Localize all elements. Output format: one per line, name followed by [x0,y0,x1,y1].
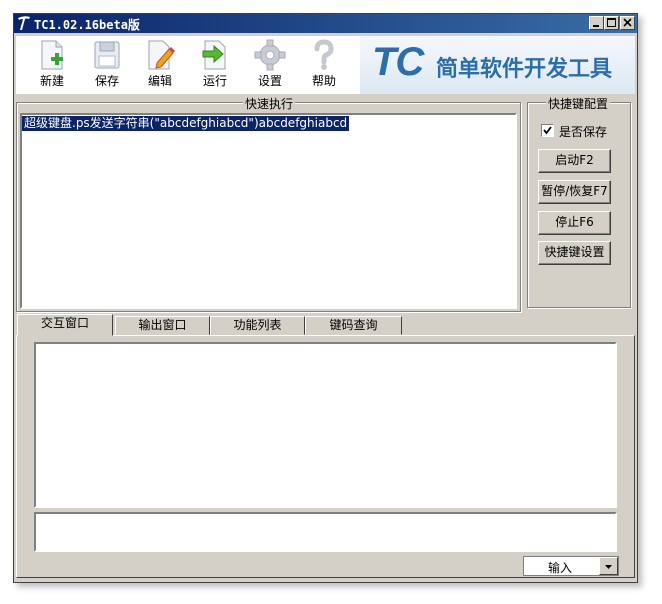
settings-gear-icon [254,39,286,71]
edit-button[interactable]: 编辑 [134,36,186,94]
tab-output[interactable]: 输出窗口 [115,316,210,335]
new-file-icon [41,40,63,70]
quick-exec-group: 快速执行 超级键盘.ps发送字符串("abcdefghiabcd")abcdef… [16,95,521,312]
title-bar[interactable]: TC1.02.16beta版 [14,14,637,33]
maximize-button[interactable] [604,16,619,30]
input-mode-select[interactable]: 输入 [523,556,619,576]
help-label: 帮助 [311,74,336,88]
save-label: 保存 [94,74,119,88]
checkmark-icon [543,126,552,135]
tab-functions[interactable]: 功能列表 [210,316,305,335]
close-icon [623,18,632,27]
save-checkbox-label: 是否保存 [559,125,608,139]
tab-interaction[interactable]: 交互窗口 [17,314,113,336]
app-logo-icon [18,16,30,30]
banner-slogan: 简单软件开发工具 [436,57,613,82]
brand-banner: TC 简单软件开发工具 [360,36,635,94]
banner-logo: TC [372,40,424,84]
tab-content: 输入 [16,335,635,578]
toolbar: 新建 保存 编辑 运行 设置 帮助 TC 简单软件开发工具 [16,36,635,94]
tab-keycode[interactable]: 键码查询 [305,316,402,335]
stop-button[interactable]: 停止F6 [538,211,611,235]
minimize-icon [593,25,599,27]
save-disk-icon [94,41,120,69]
save-checkbox[interactable] [541,124,554,137]
main-window: TC1.02.16beta版 新建 保存 编辑 运行 设置 帮助 TC 简单软件… [13,13,638,583]
quick-exec-title: 快速执行 [243,95,296,112]
run-label: 运行 [202,74,227,88]
maximize-icon [607,18,616,27]
new-button[interactable]: 新建 [26,36,78,94]
command-input[interactable] [34,512,617,552]
settings-label: 设置 [257,74,282,88]
pause-resume-button[interactable]: 暂停/恢复F7 [538,180,611,204]
chevron-down-icon [605,565,612,569]
edit-label: 编辑 [147,74,172,88]
edit-pencil-icon [148,40,175,70]
input-mode-value: 输入 [547,561,572,575]
hotkey-config-group: 快捷键配置 是否保存 启动F2 暂停/恢复F7 停止F6 快捷键设置 [527,95,631,308]
help-button[interactable]: 帮助 [298,36,350,94]
new-label: 新建 [39,74,64,88]
hotkey-settings-button[interactable]: 快捷键设置 [538,241,611,265]
list-item[interactable]: 超级键盘.ps发送字符串("abcdefghiabcd")abcdefghiab… [22,116,350,131]
window-title: TC1.02.16beta版 [34,18,140,32]
settings-button[interactable]: 设置 [244,36,296,94]
help-question-icon [314,39,334,70]
quick-exec-list[interactable]: 超级键盘.ps发送字符串("abcdefghiabcd")abcdefghiab… [20,113,517,309]
run-arrow-icon [202,40,226,70]
dropdown-button[interactable] [599,557,618,575]
run-button[interactable]: 运行 [189,36,241,94]
interaction-output-area[interactable] [34,342,617,508]
close-button[interactable] [620,16,635,30]
save-button[interactable]: 保存 [81,36,133,94]
hotkey-config-title: 快捷键配置 [546,95,611,112]
bottom-tab-panel: 输入 交互窗口 输出窗口 功能列表 键码查询 [16,314,635,578]
minimize-button[interactable] [589,16,604,30]
start-button[interactable]: 启动F2 [538,149,611,173]
